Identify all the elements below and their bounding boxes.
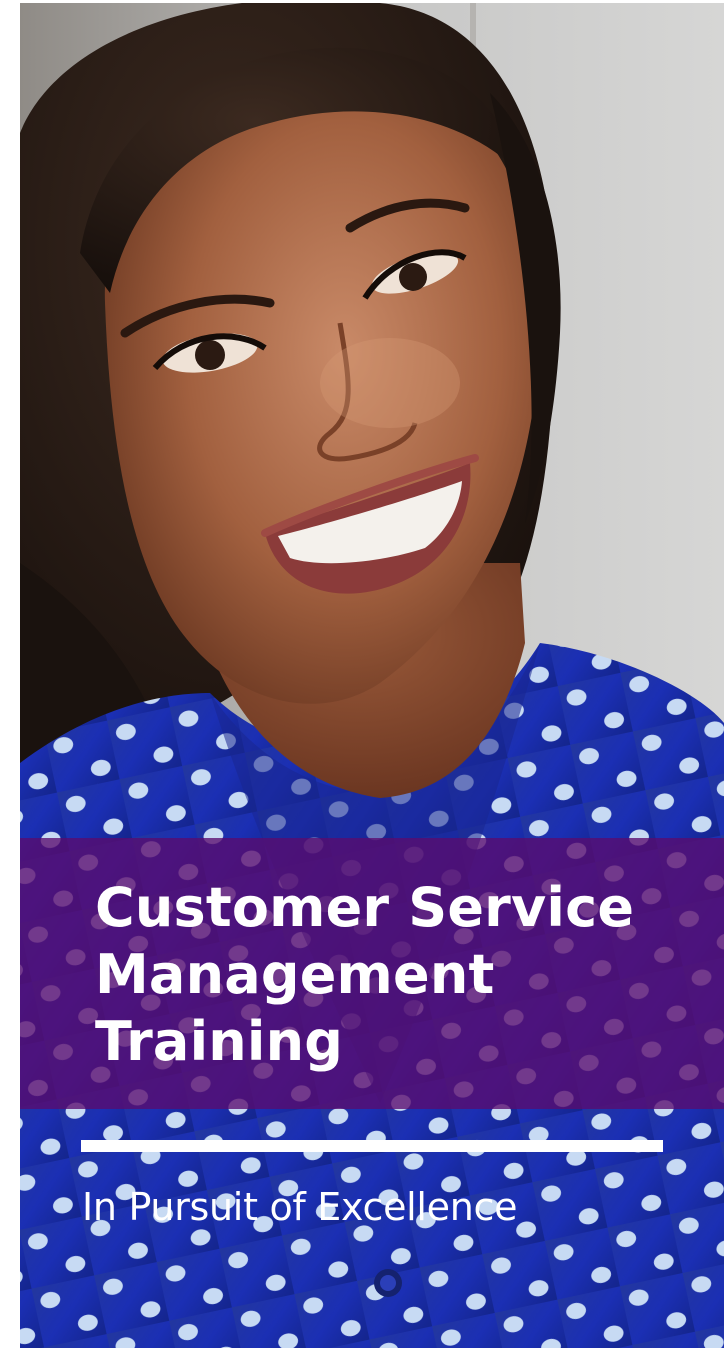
cover-page: Customer Service Management Training In … xyxy=(0,0,724,1351)
cover-title-line-1: Customer Service xyxy=(95,876,635,939)
divider-line xyxy=(81,1140,663,1152)
cover-title-line-3: Training xyxy=(95,1010,344,1073)
tagline: In Pursuit of Excellence xyxy=(82,1185,518,1229)
cover-title: Customer Service Management Training xyxy=(95,874,695,1075)
cover-title-line-2: Management xyxy=(95,943,495,1006)
